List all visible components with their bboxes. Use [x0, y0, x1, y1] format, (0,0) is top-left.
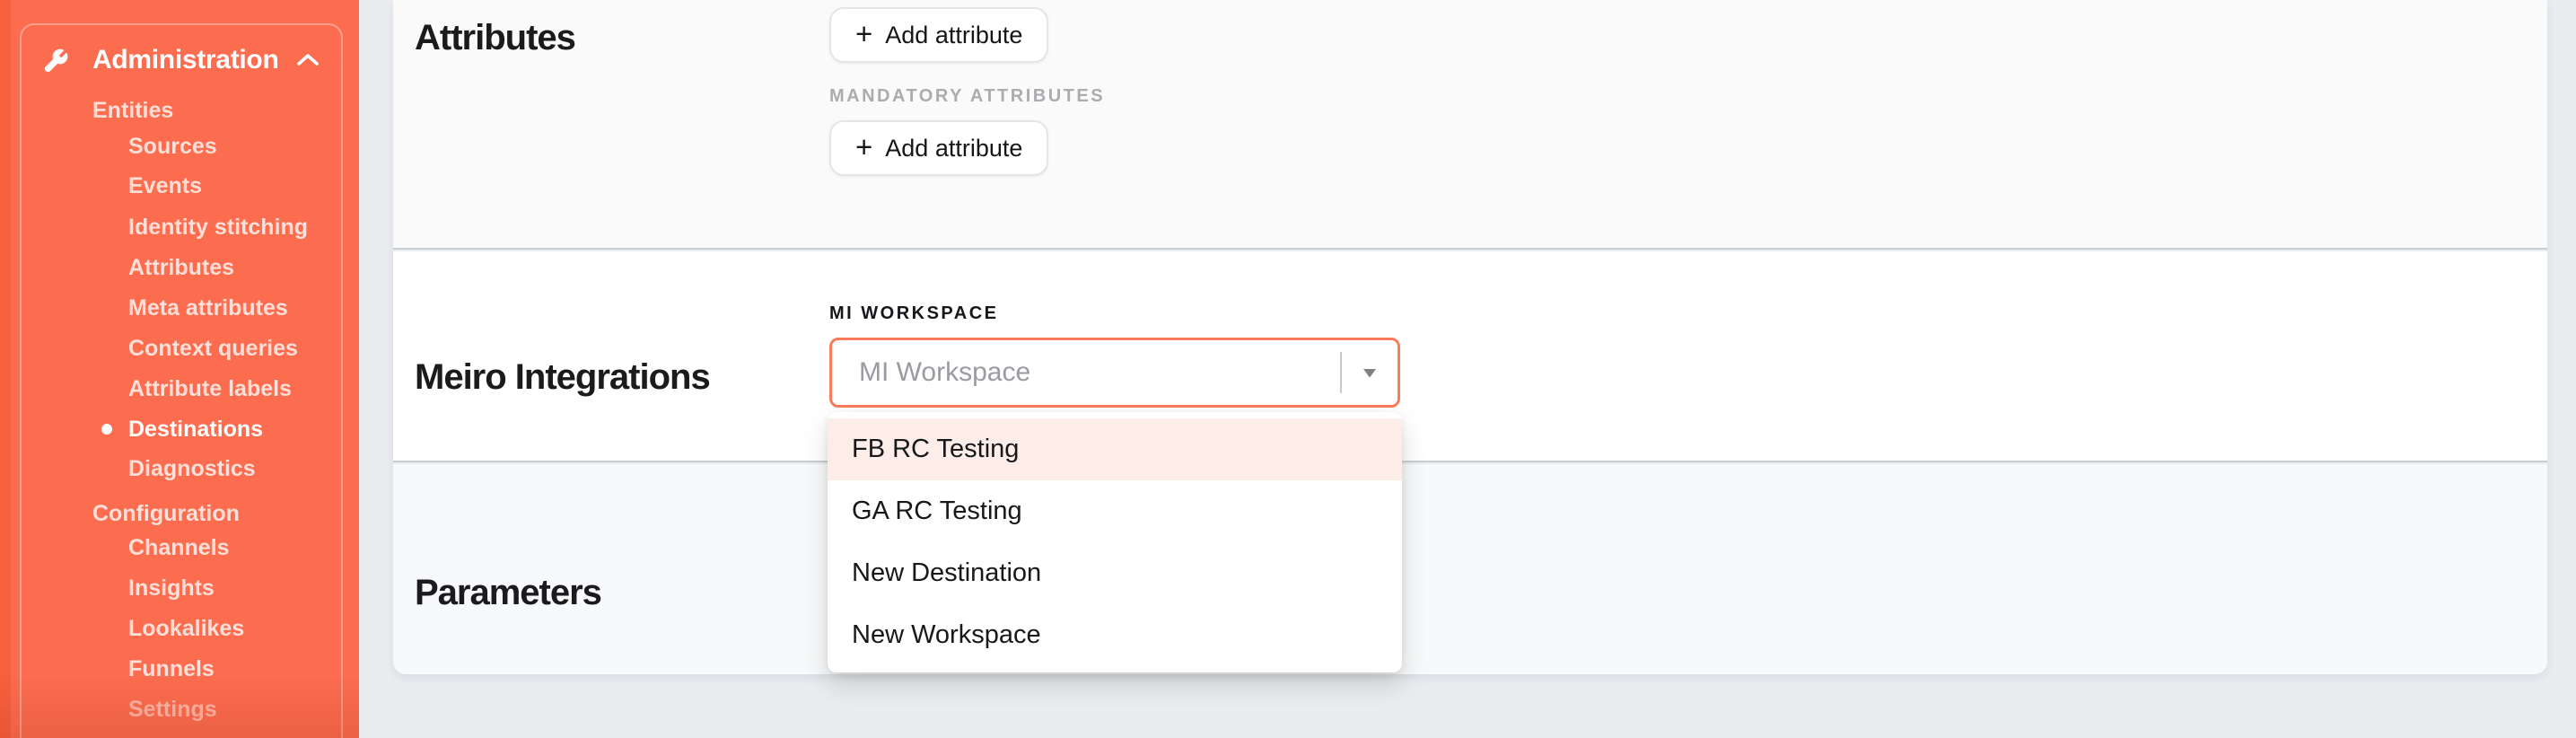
- mandatory-attributes-label: MANDATORY ATTRIBUTES: [829, 86, 1105, 107]
- add-mandatory-attribute-button-label: Add attribute: [885, 135, 1022, 163]
- add-attribute-button-label: Add attribute: [885, 22, 1022, 49]
- sidebar-item-meta-attributes[interactable]: Meta attributes: [128, 288, 288, 328]
- mi-workspace-placeholder: MI Workspace: [859, 340, 1030, 405]
- sidebar-rail: [0, 0, 11, 738]
- chevron-up-icon[interactable]: [296, 51, 320, 69]
- settings-form-card: Attributes + Add attribute MANDATORY ATT…: [393, 0, 2547, 674]
- add-mandatory-attribute-button[interactable]: + Add attribute: [829, 120, 1048, 176]
- sidebar-item-channels[interactable]: Channels: [128, 528, 230, 567]
- attributes-section: [393, 0, 2547, 250]
- sidebar-item-attributes[interactable]: Attributes: [128, 248, 234, 287]
- sidebar-item-insights[interactable]: Insights: [128, 568, 215, 608]
- sidebar-item-diagnostics[interactable]: Diagnostics: [128, 449, 256, 488]
- dropdown-option-ga-rc-testing[interactable]: GA RC Testing: [828, 480, 1402, 542]
- sidebar-item-attribute-labels[interactable]: Attribute labels: [128, 369, 292, 409]
- attributes-section-title: Attributes: [415, 18, 575, 58]
- sidebar-item-funnels[interactable]: Funnels: [128, 649, 215, 689]
- meiro-integrations-title: Meiro Integrations: [415, 357, 710, 398]
- sidebar-item-lookalikes[interactable]: Lookalikes: [128, 609, 244, 648]
- mi-workspace-field-label: MI WORKSPACE: [829, 303, 999, 324]
- dropdown-option-new-workspace[interactable]: New Workspace: [828, 604, 1402, 666]
- sidebar: Administration Entities Sources Events I…: [0, 0, 359, 738]
- parameters-section: [393, 464, 2547, 674]
- sidebar-item-events[interactable]: Events: [128, 166, 202, 206]
- sidebar-item-sources[interactable]: Sources: [128, 127, 217, 166]
- plus-icon: +: [855, 19, 872, 48]
- sidebar-item-context-queries[interactable]: Context queries: [128, 329, 298, 368]
- sidebar-item-entities[interactable]: Entities: [92, 91, 173, 130]
- sidebar-item-destinations[interactable]: Destinations: [128, 409, 263, 449]
- sidebar-item-settings[interactable]: Settings: [128, 690, 217, 729]
- dropdown-option-new-destination[interactable]: New Destination: [828, 542, 1402, 604]
- dropdown-option-fb-rc-testing[interactable]: FB RC Testing: [828, 418, 1402, 480]
- select-separator: [1340, 352, 1342, 393]
- wrench-icon: [42, 48, 69, 75]
- plus-icon: +: [855, 132, 872, 162]
- parameters-section-title: Parameters: [415, 573, 601, 613]
- administration-title: Administration: [92, 45, 278, 75]
- add-attribute-button[interactable]: + Add attribute: [829, 7, 1048, 63]
- dropdown-arrow-icon[interactable]: [1362, 368, 1378, 379]
- mi-workspace-dropdown: FB RC Testing GA RC Testing New Destinat…: [828, 412, 1402, 672]
- mi-workspace-select[interactable]: MI Workspace: [829, 338, 1400, 408]
- sidebar-item-identity-stitching[interactable]: Identity stitching: [128, 207, 308, 247]
- meiro-integrations-section: [393, 251, 2547, 462]
